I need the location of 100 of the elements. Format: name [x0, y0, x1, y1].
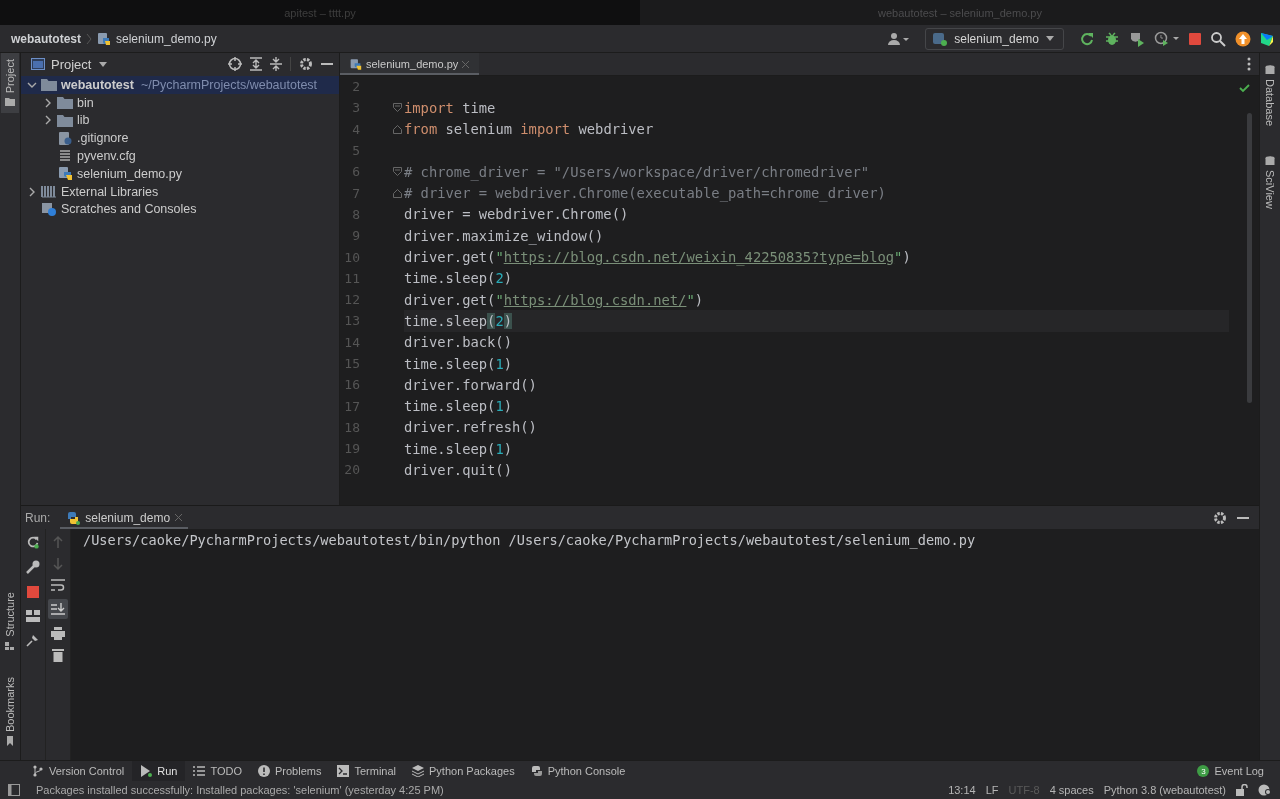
- collapse-all-icon[interactable]: [270, 57, 282, 71]
- inspector-icon[interactable]: [1258, 784, 1272, 796]
- editor-tab[interactable]: selenium_demo.py: [340, 53, 480, 75]
- tool-window-tab[interactable]: Project: [1, 53, 19, 114]
- plugin-icon[interactable]: [1260, 30, 1274, 47]
- fold-icon[interactable]: [393, 124, 402, 134]
- python-file-icon: [57, 167, 73, 181]
- chevron-icon[interactable]: [43, 97, 53, 108]
- tool-window-button[interactable]: Python Console: [522, 761, 634, 781]
- rerun-icon[interactable]: [26, 535, 40, 549]
- code-line: driver.back(): [404, 334, 512, 351]
- tool-window-button[interactable]: Version Control: [24, 761, 133, 781]
- layers-icon: [412, 765, 425, 777]
- tool-window-tab[interactable]: Database: [1261, 59, 1279, 133]
- folder-icon: [5, 97, 15, 108]
- bug-icon[interactable]: [1104, 30, 1120, 47]
- tool-window-button[interactable]: Terminal: [329, 761, 405, 781]
- stop-icon[interactable]: [1189, 32, 1201, 45]
- chevron-icon[interactable]: [43, 115, 53, 126]
- breadcrumb[interactable]: webautotest: [11, 31, 81, 46]
- close-icon[interactable]: [175, 514, 183, 521]
- tree-item[interactable]: .gitignore: [21, 129, 339, 148]
- tree-item[interactable]: selenium_demo.py: [21, 165, 339, 183]
- update-icon[interactable]: [1235, 30, 1251, 47]
- panel-toggle-icon[interactable]: [8, 784, 20, 796]
- shield-icon[interactable]: [1129, 30, 1145, 47]
- tool-window-tab[interactable]: SciView: [1261, 150, 1279, 216]
- fold-icon[interactable]: [393, 167, 402, 177]
- window-icon: [31, 58, 45, 70]
- chevron-icon: [86, 32, 92, 45]
- settings-icon[interactable]: [299, 57, 313, 71]
- settings-icon[interactable]: [1213, 510, 1227, 525]
- folder-icon: [41, 78, 57, 92]
- tool-window-button[interactable]: Problems: [250, 761, 330, 781]
- wrench-icon[interactable]: [26, 560, 40, 574]
- locate-icon[interactable]: [228, 57, 242, 71]
- caret-icon[interactable]: [99, 61, 108, 67]
- database-icon: [1265, 65, 1275, 75]
- chevron-icon[interactable]: [27, 186, 37, 197]
- bookmark-icon: [5, 736, 15, 746]
- scroll-to-end-icon[interactable]: [48, 599, 68, 619]
- status-item[interactable]: LF: [985, 784, 999, 796]
- stop-icon[interactable]: [26, 585, 40, 599]
- minimize-icon[interactable]: [1237, 516, 1249, 519]
- library-icon: [41, 185, 57, 199]
- python-file-icon: [97, 31, 111, 46]
- clock-icon[interactable]: [1154, 30, 1180, 47]
- code-line: # chrome_driver = "/Users/workspace/driver/chromedriver": [404, 163, 870, 180]
- panel-title: Run:: [25, 510, 51, 525]
- code-line: import time: [404, 99, 496, 116]
- terminal-icon: [337, 765, 350, 777]
- breadcrumb[interactable]: selenium_demo.py: [116, 31, 217, 46]
- trash-icon[interactable]: [52, 648, 64, 662]
- code-line: driver.refresh(): [404, 419, 537, 436]
- tool-window-button[interactable]: Run: [132, 761, 186, 781]
- run-tab[interactable]: selenium_demo: [60, 506, 189, 529]
- layout-icon[interactable]: [26, 610, 40, 622]
- more-icon[interactable]: [1247, 57, 1251, 71]
- status-item[interactable]: 13:14: [948, 784, 976, 796]
- folder-icon: [57, 96, 73, 110]
- fold-icon[interactable]: [393, 188, 402, 198]
- play-icon: [140, 765, 153, 777]
- code-line: driver.maximize_window(): [404, 227, 604, 244]
- tool-window-tab[interactable]: Structure: [1, 586, 19, 657]
- code-line: time.sleep(2): [404, 270, 512, 287]
- tree-item[interactable]: Scratches and Consoles: [21, 200, 339, 219]
- code-line: time.sleep(2): [404, 312, 512, 329]
- tree-item[interactable]: bin: [21, 93, 339, 112]
- search-icon[interactable]: [1210, 30, 1226, 47]
- print-icon[interactable]: [51, 627, 65, 640]
- lock-icon[interactable]: [1236, 784, 1248, 796]
- code-line: # driver = webdriver.Chrome(executable_path=chrome_driver): [404, 185, 886, 202]
- tree-item[interactable]: pyvenv.cfg: [21, 147, 339, 165]
- user-icon[interactable]: [888, 31, 911, 46]
- code-line: time.sleep(1): [404, 355, 512, 372]
- tree-item[interactable]: lib: [21, 111, 339, 130]
- rerun-icon[interactable]: [1079, 30, 1095, 47]
- expand-all-icon[interactable]: [250, 57, 262, 71]
- fold-icon[interactable]: [393, 103, 402, 113]
- soft-wrap-icon[interactable]: [51, 579, 65, 591]
- panel-title[interactable]: Project: [51, 56, 92, 72]
- tool-window-button[interactable]: TODO: [185, 761, 250, 781]
- run-configuration-dropdown[interactable]: selenium_demo: [925, 27, 1064, 50]
- python-icon: [66, 510, 81, 525]
- pin-icon[interactable]: [26, 633, 40, 647]
- scratch-file-icon: [41, 202, 57, 216]
- lines-icon: [57, 149, 73, 163]
- code-line: driver.forward(): [404, 376, 537, 393]
- status-message: Packages installed successfully: Installed packages: 'selenium' (yesterday 4:25 PM): [36, 784, 444, 796]
- tree-item[interactable]: External Libraries: [21, 182, 339, 201]
- code-line: driver.get("https://blog.csdn.net/weixin_42250835?type=blog"): [404, 249, 911, 265]
- tree-item[interactable]: webautotest ~/PycharmProjects/webautotest: [21, 76, 339, 94]
- tool-window-button[interactable]: Python Packages: [404, 761, 523, 781]
- check-icon: [1238, 84, 1250, 93]
- status-item[interactable]: 4 spaces: [1049, 784, 1094, 796]
- tool-window-tab[interactable]: Bookmarks: [1, 670, 19, 752]
- event-log-button[interactable]: 3 Event Log: [1189, 761, 1272, 781]
- code-line: time.sleep(1): [404, 440, 512, 457]
- status-item[interactable]: Python 3.8 (webautotest): [1103, 784, 1226, 796]
- code-line: driver.quit(): [404, 462, 512, 478]
